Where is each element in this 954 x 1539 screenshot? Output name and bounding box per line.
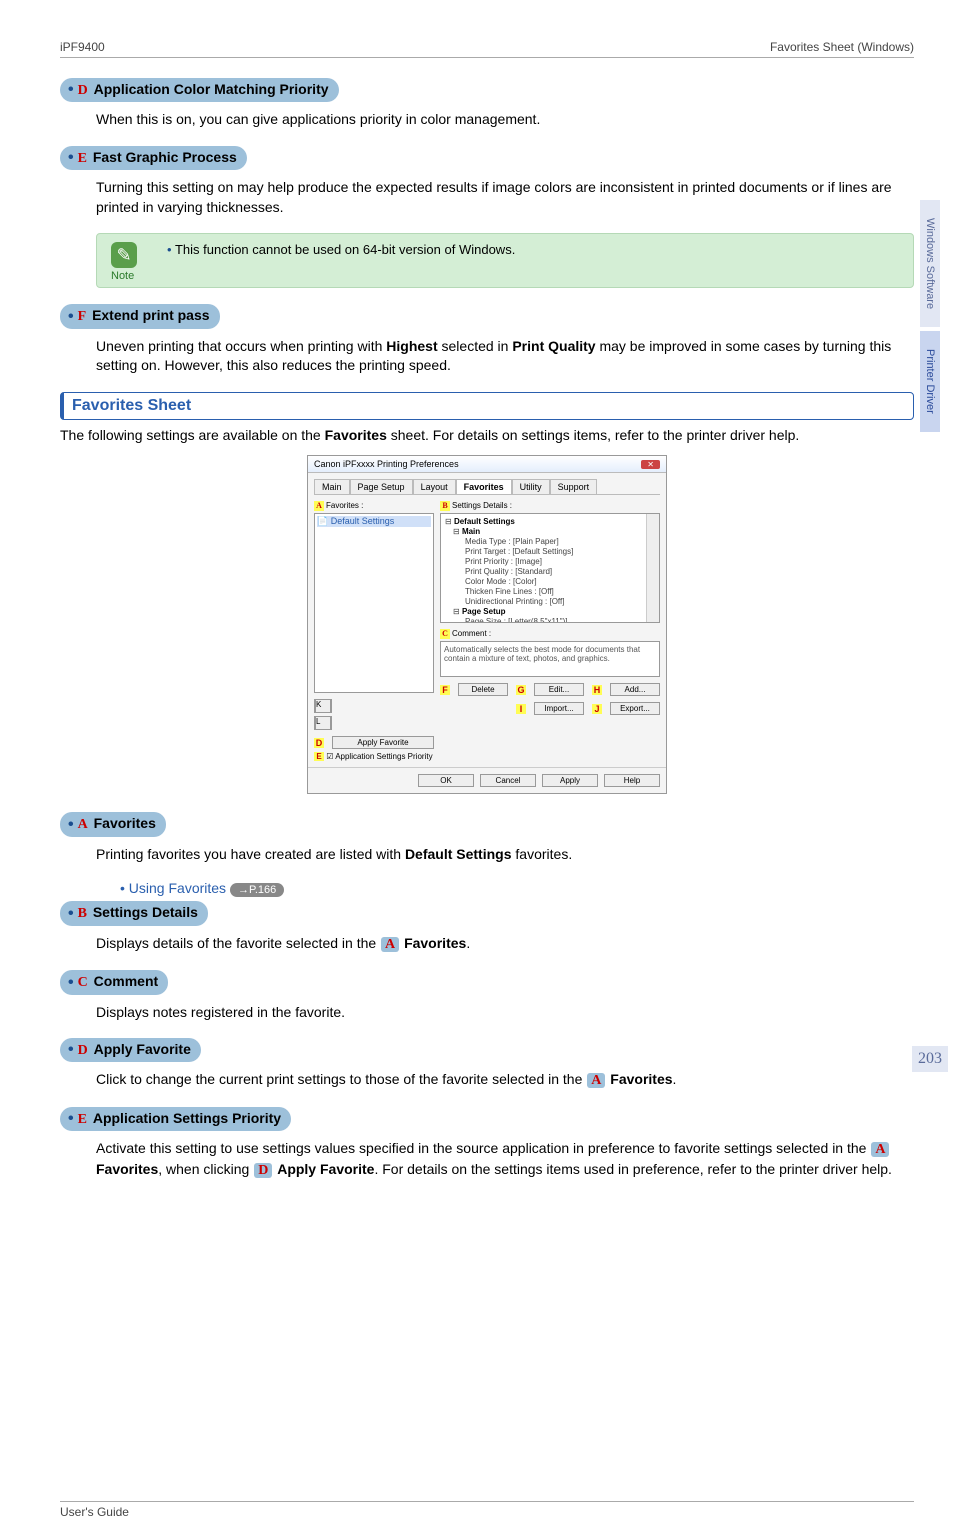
item-d2-desc: Click to change the current print settin… (96, 1070, 914, 1091)
item-a-sub: • Using Favorites →P.166 (120, 880, 914, 897)
item-e-desc: Turning this setting on may help produce… (96, 178, 914, 217)
item-e-heading: •E Fast Graphic Process (60, 146, 247, 170)
item-c-heading: •C Comment (60, 970, 168, 994)
item-b-desc: Displays details of the favorite selecte… (96, 934, 914, 955)
header-left: iPF9400 (60, 40, 105, 54)
comment-box: Automatically selects the best mode for … (440, 641, 660, 677)
note-icon: ✎ (111, 242, 137, 268)
favorites-list: 📄 Default Settings (314, 513, 434, 693)
item-a-desc: Printing favorites you have created are … (96, 845, 914, 865)
header-right: Favorites Sheet (Windows) (770, 40, 914, 54)
apply-favorite-button: Apply Favorite (332, 736, 434, 749)
note-box: ✎ Note • This function cannot be used on… (96, 233, 914, 288)
page-header: iPF9400 Favorites Sheet (Windows) (60, 40, 914, 58)
close-icon: ✕ (641, 460, 660, 469)
item-b-heading: •B Settings Details (60, 901, 208, 925)
dialog-screenshot: Canon iPFxxxx Printing Preferences✕ Main… (60, 455, 914, 794)
item-d-heading: •D Application Color Matching Priority (60, 78, 339, 102)
dialog-tabs: MainPage SetupLayoutFavoritesUtilitySupp… (314, 479, 660, 495)
note-label: Note (111, 270, 134, 282)
settings-tree: ⊟ Default Settings ⊟ Main Media Type : [… (440, 513, 660, 623)
item-d2-heading: •D Apply Favorite (60, 1038, 201, 1062)
section-intro: The following settings are available on … (60, 426, 914, 446)
footer: User's Guide (60, 1501, 914, 1519)
item-e2-heading: •E Application Settings Priority (60, 1107, 291, 1131)
page-ref-link[interactable]: →P.166 (230, 883, 284, 897)
section-heading: Favorites Sheet (60, 392, 914, 420)
item-d-desc: When this is on, you can give applicatio… (96, 110, 914, 130)
item-a-heading: •A Favorites (60, 812, 166, 836)
item-c-desc: Displays notes registered in the favorit… (96, 1003, 914, 1023)
item-f-heading: •F Extend print pass (60, 304, 220, 328)
note-text: • This function cannot be used on 64-bit… (167, 242, 905, 257)
item-f-desc: Uneven printing that occurs when printin… (96, 337, 914, 376)
item-e2-desc: Activate this setting to use settings va… (96, 1139, 914, 1180)
